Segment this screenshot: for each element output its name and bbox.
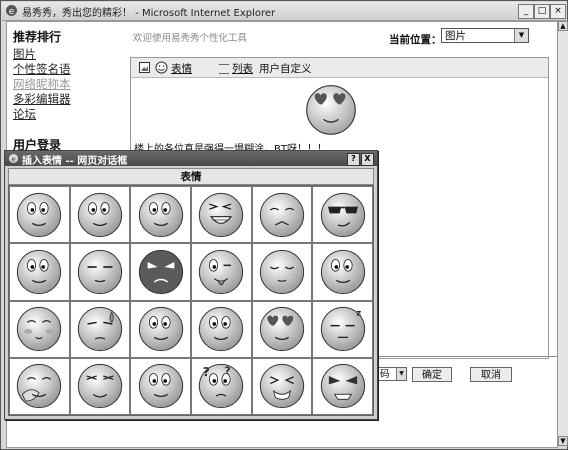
emoticon-cell[interactable]: [69, 300, 131, 358]
emoticon-cell[interactable]: [251, 357, 313, 415]
emoticon-cell[interactable]: [191, 243, 252, 301]
maximize-button[interactable]: □: [534, 4, 550, 19]
sleepy-face-icon: [259, 249, 305, 295]
minimize-button[interactable]: _: [518, 4, 534, 19]
emoticon-cell[interactable]: [9, 300, 70, 358]
emoticon-cell[interactable]: [251, 300, 313, 358]
dialog-ie-icon: e: [9, 154, 18, 164]
ie-logo-icon: e: [6, 5, 17, 17]
hide-face-icon: [17, 364, 62, 409]
drool-face-icon: [77, 249, 123, 295]
encoding-value: 码: [380, 369, 390, 380]
emoticon-cell[interactable]: [312, 357, 373, 415]
sweat-face-icon: [77, 306, 123, 352]
ok-button[interactable]: 确定: [412, 367, 452, 382]
emoticon-cell[interactable]: [69, 186, 131, 244]
encoding-select[interactable]: 码 ▼: [377, 367, 407, 381]
emoticon-cell[interactable]: ??: [191, 357, 252, 415]
svg-text:z: z: [356, 308, 361, 318]
location-label: 当前位置：: [389, 34, 442, 46]
cool-face-icon: [320, 192, 365, 237]
furious-face-icon: [320, 364, 365, 409]
sidebar-item-forum[interactable]: 论坛: [13, 107, 123, 122]
dialog-titlebar: e 插入表情 -- 网页对话框 ? X: [5, 151, 377, 167]
emoticon-cell[interactable]: [130, 300, 191, 358]
question-face-icon: ??: [199, 364, 244, 409]
sidebar: 推荐排行 图片 个性签名语 网络昵称本 多彩编辑器 论坛 用户登录: [13, 28, 123, 155]
emoticon-cell[interactable]: [191, 186, 252, 244]
chevron-down-icon[interactable]: ▼: [396, 368, 406, 380]
emoticon-cell[interactable]: [191, 300, 252, 358]
scroll-up-icon[interactable]: ▲: [558, 21, 568, 31]
dialog-header: 表情: [8, 168, 374, 185]
dialog-title: 插入表情 -- 网页对话框: [22, 156, 128, 167]
shy-face-icon: [259, 192, 305, 237]
emoticon-cell[interactable]: z: [312, 300, 373, 358]
svg-text:e: e: [11, 156, 15, 164]
svg-text:e: e: [9, 7, 15, 17]
pensive-face-icon: [17, 249, 62, 295]
emoticon-cell[interactable]: [69, 357, 131, 415]
emoticon-cell[interactable]: [69, 243, 131, 301]
emoticon-cell[interactable]: [9, 243, 70, 301]
close-window-button[interactable]: ×: [550, 4, 566, 19]
emoticon-grid: z??: [8, 185, 374, 416]
emoticon-cell[interactable]: [9, 186, 70, 244]
scroll-down-icon[interactable]: ▼: [558, 436, 568, 446]
cancel-button[interactable]: 取消: [470, 367, 512, 382]
sidebar-item-editor[interactable]: 多彩编辑器: [13, 92, 123, 107]
list-button[interactable]: 列表: [232, 61, 253, 76]
window-titlebar: e 易秀秀，秀出您的精彩！ - Microsoft Internet Explo…: [2, 2, 566, 21]
emoticon-cell[interactable]: [130, 186, 191, 244]
emoticon-cell[interactable]: [251, 243, 313, 301]
svg-text:?: ?: [203, 364, 210, 379]
goofy-face-icon: [138, 192, 183, 237]
surprised-face-icon: [320, 249, 365, 295]
blush-face-icon: [17, 306, 62, 352]
image-icon[interactable]: [139, 62, 150, 73]
list-icon[interactable]: [219, 64, 229, 74]
insert-emoticon-dialog: e 插入表情 -- 网页对话框 ? X 表情 z??: [4, 150, 378, 420]
sidebar-item-nicknames[interactable]: 网络昵称本: [13, 77, 123, 92]
grimace-face-icon: [259, 364, 305, 409]
welcome-text: 欢迎使用易秀秀个性化工具: [133, 33, 248, 44]
vertical-scrollbar[interactable]: ▲ ▼: [557, 21, 568, 446]
dialog-close-button[interactable]: X: [361, 153, 374, 166]
emoticon-cell[interactable]: [9, 357, 70, 415]
sidebar-item-pictures[interactable]: 图片: [13, 47, 123, 62]
love-face-icon: [259, 306, 305, 352]
window-title: 易秀秀，秀出您的精彩！ - Microsoft Internet Explore…: [22, 8, 276, 19]
sidebar-item-signatures[interactable]: 个性签名语: [13, 62, 123, 77]
emoticon-cell[interactable]: [312, 243, 373, 301]
emoticon-cell[interactable]: [130, 357, 191, 415]
worried-face-icon: [17, 192, 62, 237]
sidebar-title: 推荐排行: [13, 30, 62, 44]
help-button[interactable]: ?: [347, 153, 360, 166]
emoticon-cell[interactable]: [251, 186, 313, 244]
silly-face-icon: [77, 192, 123, 237]
editor-toolbar: 表情 列表 用户自定义: [131, 58, 548, 78]
location-select[interactable]: 图片 ▼: [441, 28, 529, 43]
awkward-face-icon: [199, 306, 244, 352]
squint-face-icon: [77, 364, 123, 409]
emoticon-cell[interactable]: [312, 186, 373, 244]
laugh-face-icon: [199, 192, 244, 237]
emoticon-button[interactable]: 表情: [171, 61, 192, 76]
smiley-icon[interactable]: [155, 61, 168, 74]
snore-face-icon: z: [320, 306, 365, 352]
tongue-face-icon: [199, 249, 244, 295]
custom-button[interactable]: 用户自定义: [259, 61, 312, 76]
location-value: 图片: [445, 30, 466, 42]
angry-face-icon: [138, 249, 183, 295]
chevron-down-icon[interactable]: ▼: [514, 29, 528, 42]
smile-face-icon: [138, 364, 183, 409]
love-face-icon: [306, 85, 356, 135]
emoticon-cell[interactable]: [130, 243, 191, 301]
confused-face-icon: [138, 306, 183, 352]
